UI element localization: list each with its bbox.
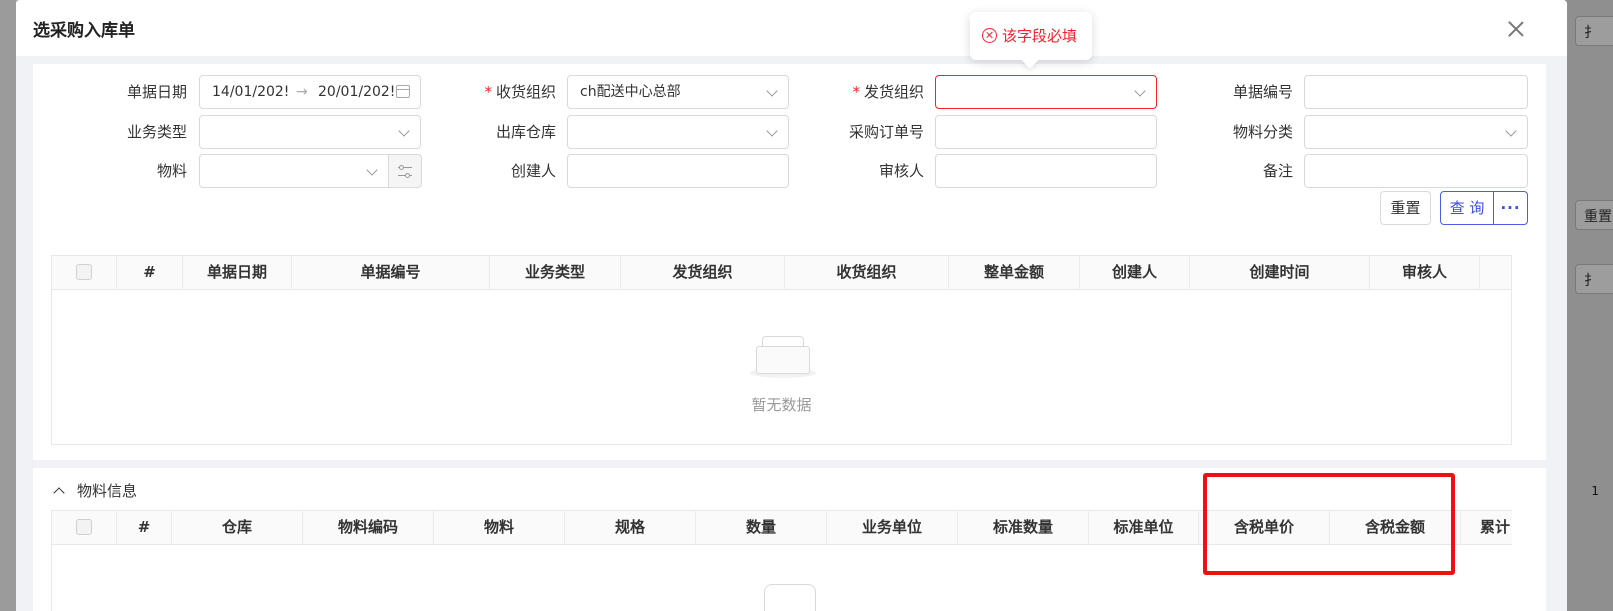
calendar-icon: [396, 85, 410, 98]
background-button: 扌: [1575, 264, 1613, 294]
column-header[interactable]: 收货组织: [785, 256, 949, 289]
po-no-label: 采购订单号: [848, 123, 924, 141]
bills-table-header: # 单据日期 单据编号 业务类型 发货组织 收货组织 整单金额 创建人 创建时间…: [52, 256, 1511, 290]
auditor-label: 审核人: [878, 162, 924, 180]
column-header[interactable]: 物料编码: [303, 511, 434, 544]
column-header[interactable]: 业务类型: [490, 256, 621, 289]
column-header[interactable]: 单据编号: [292, 256, 490, 289]
receive-org-label: * 收货组织: [484, 83, 556, 101]
column-header[interactable]: 业务单位: [827, 511, 958, 544]
remark-input[interactable]: [1304, 154, 1528, 188]
select-all-checkbox[interactable]: [52, 256, 117, 289]
bill-no-input[interactable]: [1304, 75, 1528, 109]
empty-inbox-icon: [750, 334, 816, 380]
bill-date-range-picker[interactable]: 14/01/202! → 20/01/202!: [199, 75, 421, 109]
background-button: 扌: [1575, 16, 1613, 46]
reset-button[interactable]: 重置: [1380, 191, 1431, 225]
column-header[interactable]: 规格: [565, 511, 696, 544]
column-header[interactable]: 审核人: [1370, 256, 1480, 289]
filter-form: 单据日期 14/01/202! → 20/01/202! * 收货组织 ch配送中…: [33, 64, 1546, 245]
empty-text: 暂无数据: [751, 396, 812, 414]
chevron-down-icon: [1134, 85, 1146, 97]
column-header[interactable]: 单据日期: [183, 256, 292, 289]
out-warehouse-select[interactable]: [567, 115, 789, 149]
bill-date-end: 20/01/202!: [318, 84, 396, 100]
chevron-down-icon: [366, 164, 378, 176]
filter-settings-icon[interactable]: [388, 154, 422, 188]
receive-org-value: ch配送中心总部: [580, 84, 681, 100]
biz-type-label: 业务类型: [126, 123, 187, 141]
dialog-header: 选采购入库单: [16, 0, 1567, 56]
chevron-down-icon: [398, 125, 410, 137]
column-header: #: [117, 511, 172, 544]
more-options-button[interactable]: ···: [1493, 191, 1528, 225]
material-label: 物料: [156, 162, 187, 180]
ship-org-label: * 发货组织: [852, 83, 924, 101]
bills-table-panel: # 单据日期 单据编号 业务类型 发货组织 收货组织 整单金额 创建人 创建时间…: [33, 245, 1546, 460]
bill-date-start: 14/01/202!: [212, 84, 290, 100]
po-no-input[interactable]: [935, 115, 1157, 149]
required-message: 该字段必填: [1002, 27, 1078, 45]
bill-date-label: 单据日期: [126, 83, 187, 101]
receive-org-select[interactable]: ch配送中心总部: [567, 75, 789, 109]
material-section-title: 物料信息: [77, 482, 138, 500]
backdrop-left: [0, 0, 16, 611]
column-header[interactable]: 整单金额: [949, 256, 1080, 289]
required-field-tooltip: 该字段必填: [970, 12, 1092, 60]
select-all-checkbox[interactable]: [52, 511, 117, 544]
creator-input[interactable]: [567, 154, 789, 188]
chevron-down-icon: [1505, 125, 1517, 137]
chevron-down-icon: [766, 85, 778, 97]
column-header[interactable]: 创建时间: [1190, 256, 1370, 289]
bill-no-label: 单据编号: [1232, 83, 1293, 101]
red-highlight-annotation: [1203, 473, 1455, 575]
range-arrow-icon: →: [296, 84, 308, 100]
background-page-number: 1: [1591, 484, 1599, 498]
close-icon[interactable]: [1505, 18, 1527, 40]
chevron-up-icon: [53, 486, 65, 499]
column-header[interactable]: 物料: [434, 511, 565, 544]
column-header[interactable]: 创建人: [1080, 256, 1190, 289]
biz-type-select[interactable]: [199, 115, 421, 149]
material-category-select[interactable]: [1304, 115, 1528, 149]
bills-table: # 单据日期 单据编号 业务类型 发货组织 收货组织 整单金额 创建人 创建时间…: [51, 255, 1512, 445]
auditor-input[interactable]: [935, 154, 1157, 188]
ship-org-select[interactable]: [935, 75, 1157, 109]
material-category-label: 物料分类: [1232, 123, 1293, 141]
material-select[interactable]: [199, 154, 389, 188]
column-header[interactable]: 标准数量: [958, 511, 1089, 544]
chevron-down-icon: [766, 125, 778, 137]
column-header: #: [117, 256, 183, 289]
material-section-toggle[interactable]: 物料信息: [51, 480, 137, 501]
error-icon: [982, 28, 997, 43]
query-button[interactable]: 查 询: [1440, 191, 1494, 225]
column-header[interactable]: 仓库: [172, 511, 303, 544]
empty-inbox-icon: [764, 584, 816, 611]
out-warehouse-label: 出库仓库: [495, 123, 556, 141]
column-header[interactable]: 发货组织: [621, 256, 785, 289]
background-reset-button: 重置: [1575, 200, 1613, 230]
dialog-title: 选采购入库单: [33, 20, 135, 41]
creator-label: 创建人: [510, 162, 556, 180]
column-header[interactable]: 标准单位: [1089, 511, 1199, 544]
column-header[interactable]: 累计: [1461, 511, 1523, 544]
remark-label: 备注: [1262, 162, 1293, 180]
column-header[interactable]: 数量: [696, 511, 827, 544]
